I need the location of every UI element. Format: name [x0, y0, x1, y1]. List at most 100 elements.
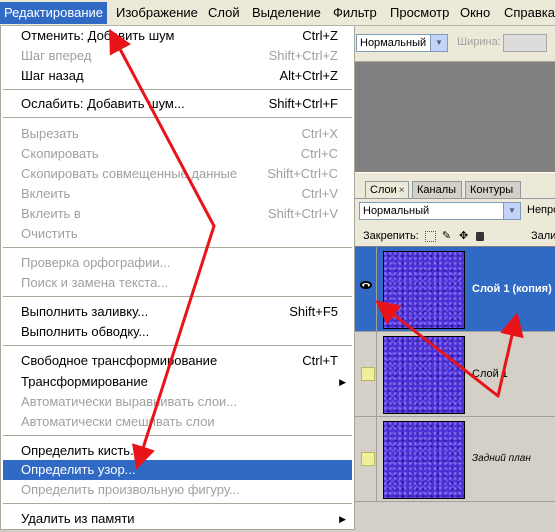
menu-item-label: Вклеить в [21, 206, 81, 221]
tab-layers[interactable]: Слои × [365, 181, 409, 199]
layer-link-icon [361, 367, 375, 381]
menu-item-find-replace[interactable]: Поиск и замена текста... [3, 273, 352, 293]
fill-label: Зали [531, 230, 555, 242]
menu-item-label: Ослабить: Добавить шум... [21, 96, 185, 111]
layers-panel: Слои× Каналы Контуры Нормальный ▼ Непро … [355, 172, 555, 532]
menu-bar: Редактирование Изображение Слой Выделени… [0, 0, 555, 26]
blend-mode-select[interactable]: Нормальный ▼ [356, 34, 448, 52]
menu-item-transform[interactable]: Трансформирование ▶ [3, 372, 352, 392]
menu-item-label: Очистить [21, 226, 78, 241]
menu-separator [3, 435, 352, 436]
menu-item-shortcut: Shift+Ctrl+C [267, 166, 338, 181]
menu-select[interactable]: Выделение [248, 2, 325, 24]
menu-item-copy[interactable]: Скопировать Ctrl+C [3, 144, 352, 164]
menu-item-shortcut: Ctrl+V [301, 186, 338, 201]
visibility-toggle[interactable] [355, 247, 377, 331]
brush-icon[interactable]: ✎ [442, 230, 453, 242]
menu-item-step-backward[interactable]: Шаг назад Alt+Ctrl+Z [3, 66, 352, 86]
layer-name: Слой 1 (копия) [472, 283, 552, 295]
menu-separator [3, 345, 352, 346]
menu-item-fill[interactable]: Выполнить заливку... Shift+F5 [3, 302, 352, 322]
layer-name: Слой 1 [472, 368, 508, 380]
menu-separator [3, 247, 352, 248]
menu-item-label: Вырезать [21, 126, 79, 141]
menu-item-label: Вклеить [21, 186, 71, 201]
layer-row[interactable]: Слой 1 [355, 332, 555, 417]
menu-separator [3, 296, 352, 297]
menu-item-define-brush[interactable]: Определить кисть... [3, 441, 352, 461]
menu-item-spell-check[interactable]: Проверка орфографии... [3, 253, 352, 273]
menu-item-copy-merged[interactable]: Скопировать совмещенные данные Shift+Ctrl… [3, 164, 352, 184]
menu-separator [3, 503, 352, 504]
layers-list: Слой 1 (копия) Слой 1 Задний план [355, 246, 555, 532]
layer-name: Задний план [472, 453, 531, 464]
menu-image[interactable]: Изображение [112, 2, 202, 24]
menu-item-purge[interactable]: Удалить из памяти ▶ [3, 509, 352, 529]
chevron-down-icon: ▼ [430, 35, 447, 51]
layer-blend-value: Нормальный [363, 205, 430, 217]
layer-blend-select[interactable]: Нормальный ▼ [359, 202, 521, 220]
menu-item-step-forward[interactable]: Шаг вперед Shift+Ctrl+Z [3, 46, 352, 66]
blend-mode-value: Нормальный [360, 37, 427, 49]
submenu-arrow-icon: ▶ [339, 514, 346, 524]
eye-icon [360, 281, 372, 289]
tab-paths[interactable]: Контуры [465, 181, 521, 198]
layer-row[interactable]: Слой 1 (копия) [355, 247, 555, 332]
menu-item-paste[interactable]: Вклеить Ctrl+V [3, 184, 352, 204]
opacity-label: Непро [527, 204, 555, 216]
menu-item-label: Определить кисть... [21, 443, 141, 458]
layer-link-icon [361, 452, 375, 466]
menu-item-cut[interactable]: Вырезать Ctrl+X [3, 124, 352, 144]
menu-help[interactable]: Справка [500, 2, 555, 24]
menu-item-label: Автоматически смешивать слои [21, 414, 215, 429]
layer-thumbnail [383, 421, 465, 499]
divider [355, 198, 555, 199]
visibility-toggle[interactable] [355, 417, 377, 501]
menu-item-clear[interactable]: Очистить [3, 224, 352, 244]
lock-icon[interactable] [476, 231, 484, 241]
menu-item-label: Скопировать [21, 146, 99, 161]
close-icon[interactable]: × [399, 185, 405, 196]
visibility-toggle[interactable] [355, 332, 377, 416]
chevron-down-icon: ▼ [503, 203, 520, 219]
menu-layer[interactable]: Слой [204, 2, 244, 24]
menu-item-free-transform[interactable]: Свободное трансформирование Ctrl+T [3, 351, 352, 371]
menu-window[interactable]: Окно [456, 2, 494, 24]
menu-item-label: Скопировать совмещенные данные [21, 166, 238, 181]
menu-item-shortcut: Shift+Ctrl+Z [268, 48, 338, 63]
menu-item-shortcut: Shift+Ctrl+V [267, 206, 338, 221]
width-label: Ширина: [457, 36, 501, 48]
menu-item-label: Выполнить заливку... [21, 304, 149, 319]
menu-item-stroke[interactable]: Выполнить обводку... [3, 322, 352, 342]
menu-item-undo[interactable]: Отменить: Добавить шум Ctrl+Z [3, 26, 352, 46]
menu-item-auto-align[interactable]: Автоматически выравнивать слои... [3, 392, 352, 412]
layer-row[interactable]: Задний план [355, 417, 555, 502]
lock-transparency-icon[interactable] [424, 230, 436, 242]
menu-view[interactable]: Просмотр [386, 2, 453, 24]
menu-filter[interactable]: Фильтр [329, 2, 381, 24]
menu-item-define-pattern[interactable]: Определить узор... [3, 460, 352, 480]
lock-row: Закрепить: ✎ ✥ [363, 230, 484, 242]
menu-item-shortcut: Ctrl+C [300, 146, 338, 161]
menu-item-label: Выполнить обводку... [21, 324, 150, 339]
menu-item-label: Удалить из памяти [21, 511, 135, 526]
menu-item-shortcut: Ctrl+Z [302, 28, 338, 43]
submenu-arrow-icon: ▶ [339, 377, 346, 387]
tab-layers-label: Слои [370, 184, 397, 196]
menu-item-define-custom-shape[interactable]: Определить произвольную фигуру... [3, 480, 352, 500]
menu-item-label: Определить узор... [21, 462, 136, 477]
tab-channels[interactable]: Каналы [412, 181, 462, 198]
menu-item-shortcut: Ctrl+T [302, 353, 338, 368]
move-icon[interactable]: ✥ [459, 230, 470, 242]
menu-item-paste-into[interactable]: Вклеить в Shift+Ctrl+V [3, 204, 352, 224]
menu-item-label: Шаг вперед [21, 48, 92, 63]
menu-item-shortcut: Ctrl+X [301, 126, 338, 141]
width-field[interactable] [503, 34, 547, 52]
menu-item-label: Автоматически выравнивать слои... [21, 394, 238, 409]
menu-item-fade[interactable]: Ослабить: Добавить шум... Shift+Ctrl+F [3, 94, 352, 114]
menu-item-shortcut: Shift+Ctrl+F [268, 96, 338, 111]
menu-item-auto-blend[interactable]: Автоматически смешивать слои [3, 412, 352, 432]
menu-edit[interactable]: Редактирование [0, 2, 108, 24]
options-bar: Нормальный ▼ Ширина: [355, 26, 555, 62]
workspace [355, 62, 555, 172]
